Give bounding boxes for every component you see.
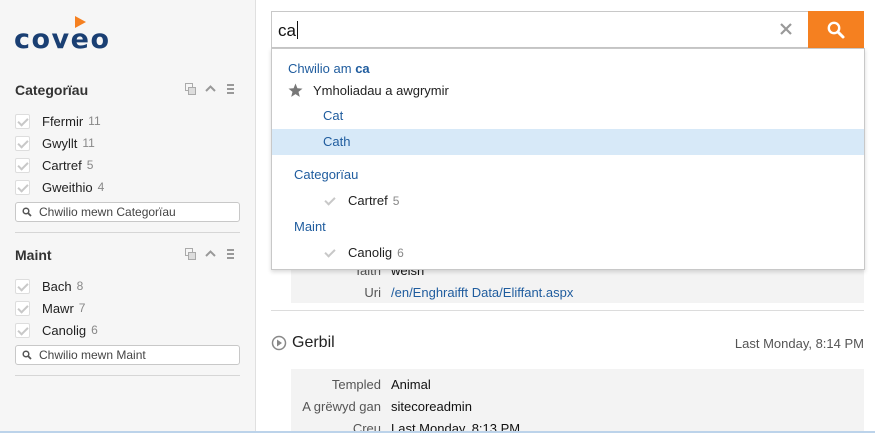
facet-value[interactable]: Mawr 7 (15, 297, 240, 319)
result-field-row: A grëwyd gan sitecoreadmin (291, 395, 864, 417)
logo-flag-icon (75, 16, 86, 28)
facet-categories: Categorïau Ffermir 11 Gwyllt 11 Cartref 5 G… (15, 80, 240, 222)
checkbox[interactable] (15, 113, 30, 129)
checkbox[interactable] (15, 322, 30, 338)
check-icon (324, 195, 336, 207)
facet-value-label: Ffermir (42, 113, 84, 129)
query-suggest-header: Ymholiadau a awgrymir (288, 83, 449, 98)
facet-search-placeholder: Chwilio mewn Maint (39, 348, 146, 362)
result-field-row: Templed Animal (291, 373, 864, 395)
field-key: Templed (331, 376, 381, 392)
facet-suggestion[interactable]: Canolig 6 (324, 245, 404, 260)
facet-value[interactable]: Bach 8 (15, 275, 240, 297)
collapse-icon[interactable] (205, 83, 216, 95)
search-for-prefix: Chwilio am (288, 61, 352, 76)
facet-suggest-title: Categorïau (294, 167, 359, 182)
facet-sidebar: coveo Categorïau Ffermir 11 Gwyllt 11 Cart… (0, 0, 256, 433)
result-separator (271, 310, 864, 311)
facet-search-placeholder: Chwilio mewn Categorïau (39, 205, 176, 219)
result-date: Last Monday, 8:14 PM (734, 336, 864, 351)
search-query-value: ca (278, 21, 296, 40)
facet-value-label: Bach (42, 278, 72, 294)
facet-value-label: Mawr (42, 300, 74, 316)
checkbox[interactable] (15, 300, 30, 316)
query-suggestion[interactable]: Cat (272, 103, 864, 129)
facet-suggestion-label: Canolig (348, 245, 393, 260)
result-title-link[interactable]: Gerbil (292, 334, 335, 352)
facet-suggestion[interactable]: Cartref 5 (324, 193, 399, 208)
facet-value-count: 8 (76, 279, 84, 293)
facet-suggestion-count: 6 (397, 245, 404, 260)
search-button[interactable] (808, 11, 864, 48)
facet-value-count: 4 (97, 180, 105, 194)
star-icon (288, 83, 303, 97)
result-uri-link[interactable]: /en/Enghraifft Data/Eliffant.aspx (391, 285, 573, 300)
facet-value-label: Cartref (42, 157, 82, 173)
facet-value[interactable]: Cartref 5 (15, 154, 240, 176)
logo-text: coveo (14, 24, 111, 55)
result-header: Gerbil Last Monday, 8:14 PM (271, 333, 864, 355)
settings-icon[interactable] (225, 248, 236, 260)
facet-value[interactable]: Gweithio 4 (15, 176, 240, 198)
search-icon (22, 207, 32, 217)
settings-icon[interactable] (225, 83, 236, 95)
field-value: Animal (391, 376, 431, 392)
facet-size: Maint Bach 8 Mawr 7 Canolig 6 Chwilio mewn … (15, 245, 240, 365)
text-caret (296, 21, 298, 39)
search-input[interactable]: ca (271, 11, 808, 48)
item-type-icon (271, 335, 287, 351)
facet-value-count: 6 (91, 323, 98, 337)
check-icon (324, 247, 336, 259)
close-icon[interactable] (778, 21, 794, 37)
field-key: Uri (364, 284, 381, 300)
facet-value[interactable]: Gwyllt 11 (15, 132, 240, 154)
facet-value-count: 5 (86, 158, 94, 172)
facet-value-label: Canolig (42, 322, 87, 338)
divider (15, 375, 240, 376)
facet-suggestion-label: Cartref (348, 193, 388, 208)
facet-suggest-title: Maint (294, 219, 326, 234)
facet-tools (185, 83, 236, 95)
omnibox-search-for[interactable]: Chwilio am ca (288, 61, 370, 76)
coveo-logo[interactable]: coveo (14, 16, 114, 55)
query-suggestion-selected[interactable]: Cath (272, 129, 864, 155)
omnibox-dropdown: Chwilio am ca Ymholiadau a awgrymir Cat … (271, 48, 865, 270)
copy-icon[interactable] (185, 83, 196, 95)
query-suggest-title: Ymholiadau a awgrymir (313, 83, 449, 98)
facet-value-count: 11 (88, 114, 101, 128)
facet-search-input[interactable]: Chwilio mewn Categorïau (15, 202, 240, 222)
facet-value-label: Gweithio (42, 179, 93, 195)
copy-icon[interactable] (185, 248, 196, 260)
field-key: A grëwyd gan (302, 398, 381, 414)
facet-value-label: Gwyllt (42, 135, 78, 151)
facet-value-count: 11 (82, 136, 95, 150)
result-details: Templed Animal A grëwyd gan sitecoreadmin … (291, 369, 864, 433)
field-value: sitecoreadmin (391, 398, 472, 414)
facet-value[interactable]: Canolig 6 (15, 319, 240, 341)
search-for-query: ca (355, 61, 370, 76)
facet-value-count: 7 (78, 301, 86, 315)
facet-value[interactable]: Ffermir 11 (15, 110, 240, 132)
search-query-text: ca (278, 21, 298, 41)
collapse-icon[interactable] (205, 248, 216, 260)
facet-suggestion-count: 5 (392, 193, 400, 208)
checkbox[interactable] (15, 278, 30, 294)
result-field-row: Uri/en/Enghraifft Data/Eliffant.aspx (291, 281, 864, 303)
checkbox[interactable] (15, 157, 30, 173)
search-icon (22, 350, 32, 360)
facet-tools (185, 248, 236, 260)
facet-search-input[interactable]: Chwilio mewn Maint (15, 345, 240, 365)
checkbox[interactable] (15, 179, 30, 195)
divider (15, 232, 240, 233)
search-icon (827, 21, 845, 38)
checkbox[interactable] (15, 135, 30, 151)
